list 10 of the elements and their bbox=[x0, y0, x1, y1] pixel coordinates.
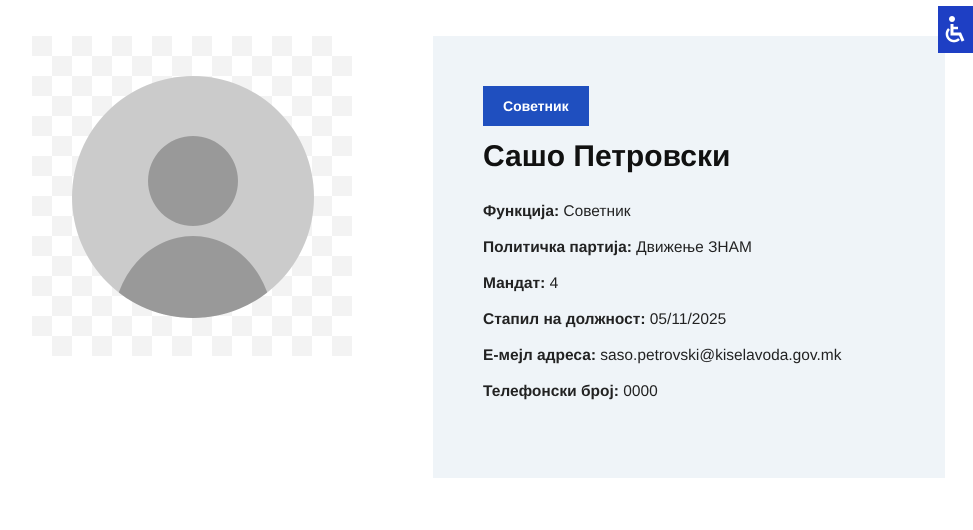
detail-row-text: Политичка партија: Движење ЗНАМ bbox=[483, 238, 753, 257]
detail-row-text: Телефонски број: 0000 bbox=[483, 382, 659, 401]
detail-row-text: Е-мејл адреса: saso.petrovski@kiselavoda.gov.mk bbox=[483, 346, 842, 365]
detail-row-text: Мандат: 4 bbox=[483, 274, 560, 293]
person-name: Сашо Петровски bbox=[483, 140, 732, 174]
accessibility-button[interactable] bbox=[938, 6, 973, 53]
role-badge: Советник bbox=[483, 86, 589, 126]
detail-row-text: Стапил на должност: 05/11/2025 bbox=[483, 310, 728, 329]
detail-row-text: Функција: Советник bbox=[483, 202, 632, 221]
wheelchair-icon bbox=[944, 14, 968, 44]
